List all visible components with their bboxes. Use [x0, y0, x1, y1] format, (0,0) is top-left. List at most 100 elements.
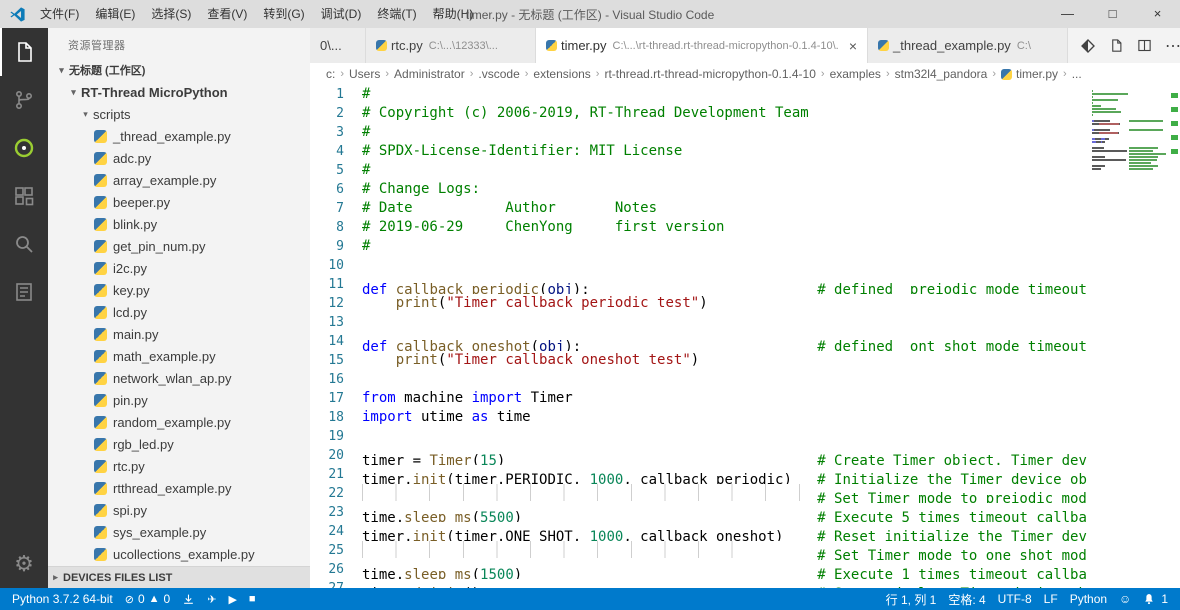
- tree-item-file[interactable]: _thread_example.py: [48, 125, 310, 147]
- line-content: [362, 313, 1087, 332]
- tree-item-file[interactable]: ucollections_example.py: [48, 543, 310, 565]
- sidebar-title: 资源管理器: [68, 40, 126, 52]
- file-label: random_example.py: [113, 414, 231, 430]
- tree-item-file[interactable]: beeper.py: [48, 191, 310, 213]
- breadcrumb-item[interactable]: .vscode: [478, 67, 519, 81]
- tree-item-file[interactable]: random_example.py: [48, 411, 310, 433]
- menu-item[interactable]: 文件(F): [32, 0, 87, 28]
- devices-section-label: DEVICES FILES LIST: [63, 571, 173, 584]
- menu-item[interactable]: 编辑(E): [87, 0, 143, 28]
- line-number: 1: [336, 87, 344, 102]
- overview-ruler[interactable]: [1168, 85, 1180, 588]
- devices-files-list-section[interactable]: ▸ DEVICES FILES LIST: [48, 566, 310, 588]
- notifications-bell[interactable]: 1: [1137, 591, 1174, 608]
- rt-thread-action-icon[interactable]: [1080, 38, 1096, 54]
- breadcrumb-item[interactable]: extensions: [533, 67, 590, 81]
- feedback-smiley-icon[interactable]: ☺: [1113, 591, 1137, 608]
- tree-item-file[interactable]: get_pin_num.py: [48, 235, 310, 257]
- tree-item-file[interactable]: lcd.py: [48, 301, 310, 323]
- tab-rtc-py[interactable]: rtc.py C:\...\12333\...: [366, 28, 536, 63]
- minimap-content: [1091, 90, 1166, 170]
- tree-item-file[interactable]: rtthread_example.py: [48, 477, 310, 499]
- menu-item[interactable]: 查看(V): [199, 0, 255, 28]
- python-interpreter-status[interactable]: Python 3.7.2 64-bit: [6, 592, 119, 606]
- extensions-icon[interactable]: [0, 172, 48, 220]
- minimap-line: [1091, 165, 1166, 167]
- menu-item[interactable]: 调试(D): [313, 0, 370, 28]
- python-file-icon: [878, 40, 889, 51]
- minimize-button[interactable]: —: [1045, 0, 1090, 28]
- breadcrumb-item[interactable]: ...: [1072, 67, 1082, 81]
- line-content: # Change Logs:: [362, 181, 481, 197]
- maximize-button[interactable]: □: [1090, 0, 1135, 28]
- manage-gear-icon[interactable]: ⚙: [0, 540, 48, 588]
- tree-item-file[interactable]: main.py: [48, 323, 310, 345]
- indentation-status[interactable]: 空格: 4: [942, 591, 991, 608]
- source-control-icon[interactable]: [0, 76, 48, 124]
- workspace-root-item[interactable]: ▾ 无标题 (工作区): [48, 59, 310, 81]
- breadcrumb-item[interactable]: Administrator: [394, 67, 465, 81]
- language-mode-status[interactable]: Python: [1064, 591, 1113, 608]
- folder-item-rt-thread-micropython[interactable]: ▾ RT-Thread MicroPython: [48, 81, 310, 103]
- breadcrumb-item[interactable]: rt-thread.rt-thread-micropython-0.1.4-10: [604, 67, 815, 81]
- stop-button[interactable]: ■: [243, 593, 262, 605]
- code-line: 2 # Copyright (c) 2006-2019, RT-Thread De…: [310, 104, 1087, 123]
- eol-status[interactable]: LF: [1038, 591, 1064, 608]
- tree-item-file[interactable]: adc.py: [48, 147, 310, 169]
- line-content: def callback_oneshot(obj): # defined ont …: [362, 339, 1087, 351]
- run-button[interactable]: ▶: [222, 593, 242, 606]
- minimap-line: [1092, 144, 1166, 146]
- code-line: 12 print("Timer callback periodic test"): [310, 294, 1087, 313]
- tab-thread-example-py[interactable]: _thread_example.py C:\: [868, 28, 1068, 63]
- tree-item-file[interactable]: math_example.py: [48, 345, 310, 367]
- more-actions-icon[interactable]: ⋯: [1165, 36, 1180, 56]
- tree-item-file[interactable]: array_example.py: [48, 169, 310, 191]
- vscode-window: 文件(F) 编辑(E) 选择(S) 查看(V) 转到(G) 调试(D) 终端(T) 帮助(H)…: [0, 0, 1180, 610]
- code-editor[interactable]: 1 #2 # Copyright (c) 2006-2019, RT-Thread …: [310, 85, 1087, 588]
- open-file-action-icon[interactable]: [1109, 38, 1124, 53]
- tree-item-file[interactable]: rgb_led.py: [48, 433, 310, 455]
- menu-item[interactable]: 转到(G): [255, 0, 312, 28]
- tree-item-file[interactable]: rtc.py: [48, 455, 310, 477]
- cursor-position-status[interactable]: 行 1, 列 1: [880, 591, 943, 608]
- device-files-icon[interactable]: [0, 268, 48, 316]
- folder-item-scripts[interactable]: ▾ scripts: [48, 103, 310, 125]
- overview-ruler-mark: [1171, 121, 1178, 126]
- minimap[interactable]: [1086, 85, 1180, 588]
- menu-item[interactable]: 选择(S): [143, 0, 199, 28]
- explorer-icon[interactable]: [0, 28, 48, 76]
- menu-item[interactable]: 终端(T): [369, 0, 424, 28]
- close-button[interactable]: ×: [1135, 0, 1180, 28]
- python-file-icon: [546, 40, 557, 51]
- tree-item-file[interactable]: key.py: [48, 279, 310, 301]
- tree-item-file[interactable]: spi.py: [48, 499, 310, 521]
- tree-item-file[interactable]: blink.py: [48, 213, 310, 235]
- fast-flash-button[interactable]: ✈: [201, 593, 222, 606]
- tree-item-file[interactable]: pin.py: [48, 389, 310, 411]
- tree-item-file[interactable]: sys_example.py: [48, 521, 310, 543]
- code-line: 3 #: [310, 123, 1087, 142]
- breadcrumb-item[interactable]: c:: [326, 67, 335, 81]
- line-number: 9: [336, 239, 344, 254]
- tree-item-file[interactable]: i2c.py: [48, 257, 310, 279]
- close-tab-icon[interactable]: ×: [849, 38, 857, 54]
- tab-truncated[interactable]: 0\...: [310, 28, 366, 63]
- rt-thread-icon[interactable]: [0, 124, 48, 172]
- breadcrumb-item[interactable]: timer.py: [1001, 67, 1058, 81]
- download-to-device-button[interactable]: [176, 593, 201, 606]
- minimap-line: [1092, 126, 1166, 128]
- python-file-icon: [376, 40, 387, 51]
- tab-timer-py[interactable]: timer.py C:\...\rt-thread.rt-thread-micr…: [536, 28, 868, 63]
- code-line: 11 def callback_periodic(obj): # defined p…: [310, 275, 1087, 294]
- split-editor-icon[interactable]: [1137, 38, 1152, 53]
- breadcrumb-label: timer.py: [1016, 67, 1059, 81]
- problems-status[interactable]: ⊘ 0 ▲ 0: [119, 592, 176, 606]
- minimap-line: [1091, 150, 1166, 152]
- search-icon[interactable]: [0, 220, 48, 268]
- breadcrumb-item[interactable]: stm32l4_pandora: [895, 67, 988, 81]
- encoding-status[interactable]: UTF-8: [992, 591, 1038, 608]
- breadcrumb-item[interactable]: examples: [830, 67, 881, 81]
- tree-item-file[interactable]: network_wlan_ap.py: [48, 367, 310, 389]
- breadcrumb-item[interactable]: Users: [349, 67, 380, 81]
- python-file-icon: [1001, 68, 1013, 80]
